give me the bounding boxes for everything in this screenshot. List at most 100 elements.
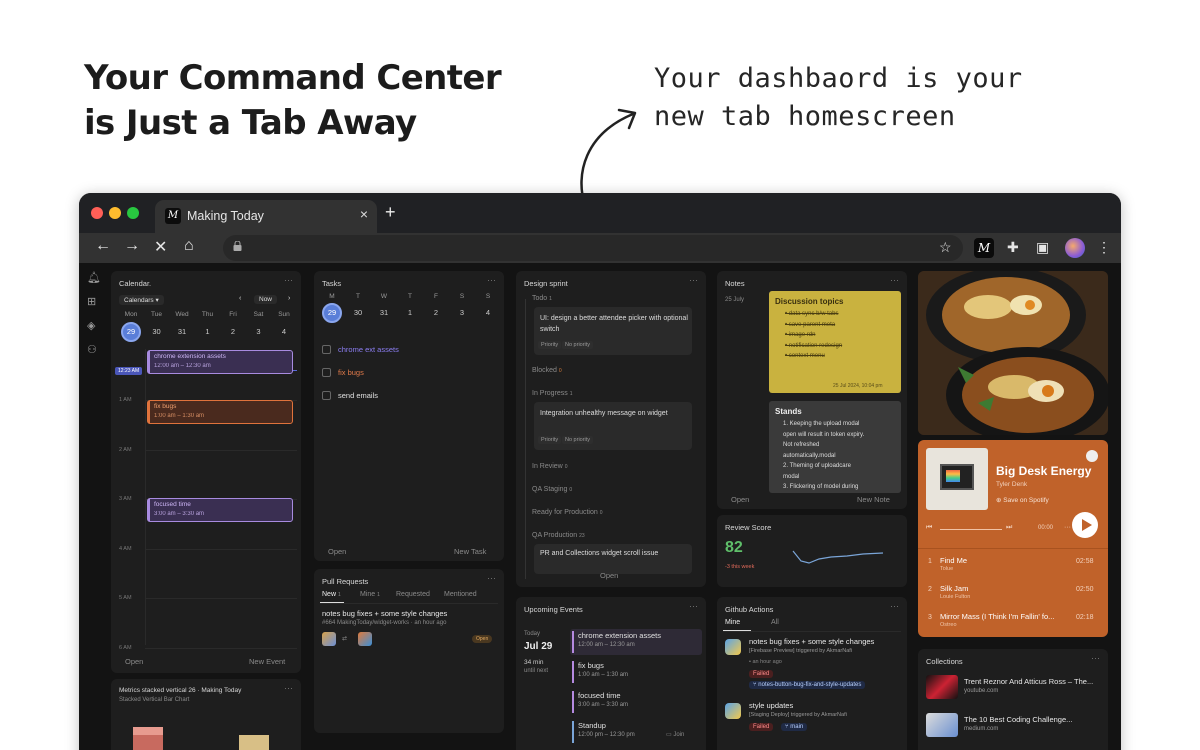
tasks-open-button[interactable]: Open: [328, 547, 346, 556]
more-icon[interactable]: ···: [284, 683, 293, 693]
track-name[interactable]: Silk Jam: [940, 584, 968, 593]
tab-requested[interactable]: Requested: [396, 591, 430, 598]
date-cell[interactable]: 3: [249, 322, 269, 342]
address-bar[interactable]: [223, 235, 963, 261]
task-item[interactable]: chrome ext assets: [338, 345, 399, 354]
extension-icon[interactable]: M: [974, 238, 994, 258]
event-title[interactable]: focused time: [578, 691, 621, 700]
date-cell[interactable]: 30: [147, 322, 167, 342]
prev-track-icon[interactable]: ⏮: [926, 524, 932, 532]
avatar[interactable]: [1065, 238, 1085, 258]
yellow-note[interactable]: Discussion topics • data sync b/w tabs • …: [769, 291, 901, 393]
more-icon[interactable]: ···: [487, 275, 496, 285]
puzzle-icon[interactable]: ✚: [1007, 239, 1019, 256]
task-item[interactable]: send emails: [338, 391, 378, 400]
run-title[interactable]: notes bug fixes + some style changes: [749, 637, 874, 646]
more-icon[interactable]: ···: [689, 601, 698, 611]
next-week-icon[interactable]: ›: [288, 295, 290, 302]
home-icon[interactable]: ⌂: [184, 237, 194, 255]
sprint-card[interactable]: UI: design a better attendee picker with…: [534, 307, 692, 355]
maximize-window-button[interactable]: [127, 207, 139, 219]
date-cell[interactable]: 2: [426, 303, 446, 323]
sprint-card[interactable]: PR and Collections widget scroll issue: [534, 544, 692, 574]
tab-mine[interactable]: Mine 1: [360, 591, 380, 598]
close-window-button[interactable]: [91, 207, 103, 219]
date-cell[interactable]: 1: [198, 322, 218, 342]
progress-bar[interactable]: [940, 529, 1002, 530]
calendar-event[interactable]: chrome extension assets 12:00 am – 12:30 …: [147, 350, 293, 374]
task-item[interactable]: fix bugs: [338, 368, 364, 377]
tab-title: Making Today: [187, 209, 264, 223]
calendar-open-button[interactable]: Open: [125, 657, 143, 666]
date-cell[interactable]: 4: [478, 303, 498, 323]
task-checkbox[interactable]: [322, 345, 331, 354]
tab-mine-label: Mine: [360, 591, 376, 598]
stop-icon[interactable]: ✕: [154, 237, 167, 257]
task-checkbox[interactable]: [322, 368, 331, 377]
more-icon[interactable]: ···: [487, 573, 496, 583]
date-cell[interactable]: 29: [322, 303, 342, 323]
track-name[interactable]: Find Me: [940, 556, 967, 565]
collection-title[interactable]: The 10 Best Coding Challenge...: [964, 715, 1072, 724]
more-icon[interactable]: ···: [890, 275, 899, 285]
new-task-button[interactable]: New Task: [454, 547, 486, 556]
sprint-card[interactable]: Integration unhealthy message on widget …: [534, 402, 692, 450]
users-icon[interactable]: ⚇: [87, 343, 97, 356]
more-icon[interactable]: ···: [284, 275, 293, 285]
widgets-icon[interactable]: ⊞: [87, 295, 96, 308]
side-panel-icon[interactable]: ▣: [1036, 239, 1049, 256]
calendar-event[interactable]: fix bugs 1:00 am – 1:30 am: [147, 400, 293, 424]
date-cell[interactable]: 1: [400, 303, 420, 323]
notes-open-button[interactable]: Open: [731, 495, 749, 504]
collection-title[interactable]: Trent Reznor And Atticus Ross – The...: [964, 677, 1093, 686]
tab-mentioned[interactable]: Mentioned: [444, 591, 477, 598]
event-title: chrome extension assets: [154, 353, 226, 360]
note-line: open will result in token expiry.: [783, 431, 865, 438]
new-event-button[interactable]: New Event: [249, 657, 285, 666]
play-button[interactable]: [1072, 512, 1098, 538]
save-spotify-button[interactable]: ⊕ Save on Spotify: [996, 496, 1049, 504]
date-cell[interactable]: 30: [348, 303, 368, 323]
event-title[interactable]: fix bugs: [578, 661, 604, 670]
bookmark-star-icon[interactable]: ☆: [939, 239, 952, 256]
more-icon[interactable]: ···: [1091, 653, 1100, 663]
layers-icon[interactable]: ◈: [87, 319, 95, 332]
date-cell[interactable]: 4: [274, 322, 294, 342]
calendar-event[interactable]: focused time 3:00 am – 3:30 am: [147, 498, 293, 522]
new-tab-button[interactable]: +: [385, 202, 396, 223]
prev-week-icon[interactable]: ‹: [239, 295, 241, 302]
calendars-dropdown[interactable]: Calendars ▾: [119, 295, 164, 305]
forward-icon[interactable]: →: [124, 237, 140, 255]
more-icon[interactable]: ···: [1064, 524, 1071, 531]
back-icon[interactable]: ←: [95, 237, 111, 255]
tab-all[interactable]: All: [771, 619, 779, 626]
pr-item-title[interactable]: notes bug fixes + some style changes: [322, 609, 447, 618]
event-title[interactable]: Standup: [578, 721, 606, 730]
new-note-button[interactable]: New Note: [857, 495, 890, 504]
date-cell[interactable]: 29: [121, 322, 141, 342]
menu-icon[interactable]: ⋮: [1097, 239, 1111, 256]
tab-close-icon[interactable]: ×: [360, 206, 368, 222]
date-cell[interactable]: 31: [374, 303, 394, 323]
bell-icon[interactable]: 🔔︎: [87, 271, 101, 284]
track-name[interactable]: Mirror Mass (I Think I'm Fallin' fo...: [940, 612, 1054, 621]
join-button[interactable]: ▭ Join: [666, 731, 684, 738]
date-cell[interactable]: 3: [452, 303, 472, 323]
tab-new[interactable]: New 1: [322, 591, 341, 598]
run-title[interactable]: style updates: [749, 701, 793, 710]
gray-note[interactable]: Stands 1. Keeping the upload modal open w…: [769, 401, 901, 493]
sprint-open-button[interactable]: Open: [600, 571, 618, 580]
spotify-logo-icon: [1086, 450, 1098, 462]
more-icon[interactable]: ···: [689, 275, 698, 285]
browser-tab[interactable]: M Making Today ×: [155, 200, 377, 233]
day-label: Fri: [229, 311, 237, 318]
date-cell[interactable]: 2: [223, 322, 243, 342]
next-track-icon[interactable]: ⏭: [1006, 524, 1012, 532]
date-cell[interactable]: 31: [172, 322, 192, 342]
task-checkbox[interactable]: [322, 391, 331, 400]
event-title[interactable]: chrome extension assets: [578, 631, 661, 640]
more-icon[interactable]: ···: [890, 601, 899, 611]
now-button[interactable]: Now: [254, 295, 278, 304]
minimize-window-button[interactable]: [109, 207, 121, 219]
tab-mine[interactable]: Mine: [725, 619, 740, 626]
